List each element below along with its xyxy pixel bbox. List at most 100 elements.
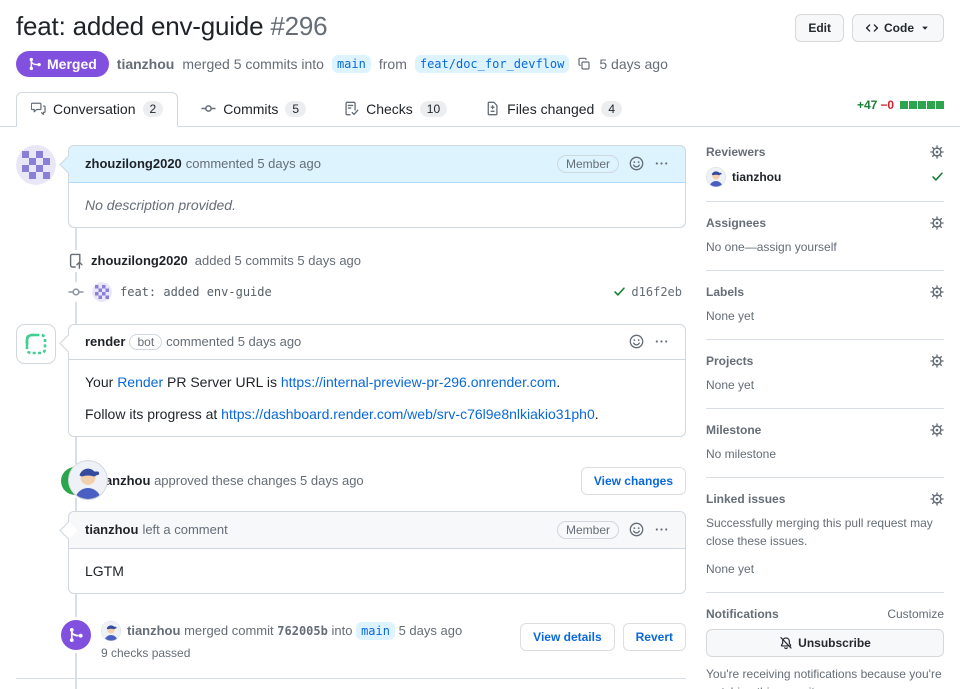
avatar-tianzhou-small[interactable] (706, 167, 726, 187)
sidebar-linked-issues: Linked issues Successfully merging this … (706, 492, 944, 593)
copy-icon[interactable] (577, 57, 591, 71)
unsubscribe-button[interactable]: Unsubscribe (706, 628, 944, 657)
divider (16, 677, 686, 679)
avatar-tianzhou-small[interactable] (101, 621, 121, 641)
comment-header: zhouzilong2020 commented 5 days ago Memb… (69, 145, 685, 183)
commit-message[interactable]: feat: added env-guide (120, 285, 272, 299)
comment-options-button[interactable] (654, 334, 669, 349)
commit-row: feat: added env-guide d16f2eb (68, 281, 686, 302)
projects-header[interactable]: Projects (706, 354, 944, 368)
comment-action: commented 5 days ago (166, 334, 302, 349)
merged-event: tianzhou merged commit 762005b into main… (16, 619, 686, 660)
assignees-header[interactable]: Assignees (706, 216, 944, 230)
from-text: from (378, 55, 407, 72)
avatar-column (16, 323, 56, 437)
comment-author[interactable]: zhouzilong2020 (85, 156, 182, 171)
avatar-tianzhou[interactable] (68, 460, 108, 500)
code-button[interactable]: Code (852, 14, 944, 42)
tabs-nav: Conversation 2 Commits 5 Checks 10 Files ch… (16, 91, 637, 127)
merged-badge-circle (61, 619, 91, 650)
avatar-column (16, 145, 56, 228)
avatar-zhouzilong2020-small[interactable] (92, 282, 112, 302)
header-actions: Edit Code (795, 10, 944, 42)
merger-name[interactable]: tianzhou (127, 623, 180, 638)
gear-icon[interactable] (930, 423, 944, 437)
sidebar-notifications: Notifications Customize Unsubscribe You'… (706, 607, 944, 689)
comment-options-button[interactable] (654, 522, 669, 537)
base-branch-label[interactable]: main (331, 54, 371, 73)
emoji-reaction-button[interactable] (629, 522, 644, 537)
comment-author[interactable]: tianzhou (85, 522, 138, 537)
dashboard-url-link[interactable]: https://dashboard.render.com/web/srv-c76… (221, 406, 595, 422)
code-icon (865, 21, 879, 35)
customize-link[interactable]: Customize (887, 607, 944, 621)
checklist-icon (344, 101, 359, 116)
comment-body: No description provided. (69, 182, 685, 227)
comment-author[interactable]: render (85, 334, 125, 349)
review-comment-text: LGTM (85, 562, 124, 579)
avatar-zhouzilong2020[interactable] (16, 145, 56, 185)
conversation-icon (31, 101, 46, 116)
notifications-header: Notifications Customize (706, 606, 944, 621)
page-title: feat: added env-guide #296 (16, 10, 328, 43)
diffstat: +47 −0 (857, 98, 944, 118)
gear-icon[interactable] (930, 145, 944, 159)
gear-icon[interactable] (930, 285, 944, 299)
commit-sha-link[interactable]: d16f2eb (631, 285, 682, 299)
tab-counter: 10 (419, 100, 448, 117)
kebab-icon (654, 156, 669, 171)
comment-body: LGTM (69, 548, 685, 593)
commits-event: zhouzilong2020 added 5 commits 5 days ag… (16, 249, 686, 272)
render-link[interactable]: Render (117, 374, 163, 390)
revert-button[interactable]: Revert (622, 622, 686, 651)
event-action: added 5 commits 5 days ago (194, 253, 362, 268)
no-description-text: No description provided. (85, 196, 236, 213)
tab-commits[interactable]: Commits 5 (186, 92, 321, 127)
emoji-reaction-button[interactable] (629, 156, 644, 171)
merged-event-text: tianzhou merged commit 762005b into main… (101, 620, 462, 660)
gear-icon[interactable] (930, 492, 944, 506)
avatar-render-bot[interactable] (16, 323, 56, 364)
member-badge: Member (556, 154, 619, 173)
pr-title-text: feat: added env-guide (16, 11, 264, 41)
check-icon (613, 285, 626, 298)
base-branch-label[interactable]: main (356, 622, 395, 640)
sidebar-reviewers: Reviewers tianzhou (706, 145, 944, 202)
bell-slash-icon (779, 636, 793, 650)
smiley-icon (629, 156, 644, 171)
file-diff-icon (485, 101, 500, 116)
projects-empty-text: None yet (706, 377, 755, 392)
merged-by-user[interactable]: tianzhou (117, 56, 175, 72)
reviewers-header[interactable]: Reviewers (706, 145, 944, 159)
edit-button[interactable]: Edit (795, 14, 844, 42)
preview-url-link[interactable]: https://internal-preview-pr-296.onrender… (281, 374, 556, 390)
gear-icon[interactable] (930, 216, 944, 230)
tab-checks[interactable]: Checks 10 (329, 92, 462, 127)
emoji-reaction-button[interactable] (629, 334, 644, 349)
milestone-header[interactable]: Milestone (706, 423, 944, 437)
linked-issues-header[interactable]: Linked issues (706, 492, 944, 506)
sidebar-projects: Projects None yet (706, 354, 944, 409)
git-commit-icon (68, 281, 84, 302)
gear-icon[interactable] (930, 354, 944, 368)
merge-action-text: merged 5 commits into (182, 55, 324, 72)
bot-line-2: Follow its progress at https://dashboard… (85, 405, 599, 422)
reviewer-row[interactable]: tianzhou (706, 167, 944, 187)
tab-conversation[interactable]: Conversation 2 (16, 91, 179, 127)
review-approved-event: tianzhou approved these changes 5 days a… (16, 467, 686, 594)
comment-options-button[interactable] (654, 156, 669, 171)
assignees-empty-text[interactable]: No one—assign yourself (706, 238, 944, 256)
event-author[interactable]: zhouzilong2020 (91, 253, 188, 268)
head-branch-label[interactable]: feat/doc_for_devflow (414, 54, 570, 73)
view-details-button[interactable]: View details (520, 622, 615, 651)
member-badge: Member (556, 520, 619, 539)
kebab-icon (654, 334, 669, 349)
view-changes-button[interactable]: View changes (580, 466, 686, 495)
reviewer-name[interactable]: tianzhou (732, 170, 781, 184)
labels-header[interactable]: Labels (706, 285, 944, 299)
checks-passed-text[interactable]: 9 checks passed (101, 646, 462, 660)
sidebar: Reviewers tianzhou Assignees No one—assi… (706, 145, 944, 689)
merge-commit-sha[interactable]: 762005b (277, 624, 328, 638)
tab-files-changed[interactable]: Files changed 4 (470, 92, 637, 127)
comment-header: render bot commented 5 days ago (69, 324, 685, 360)
